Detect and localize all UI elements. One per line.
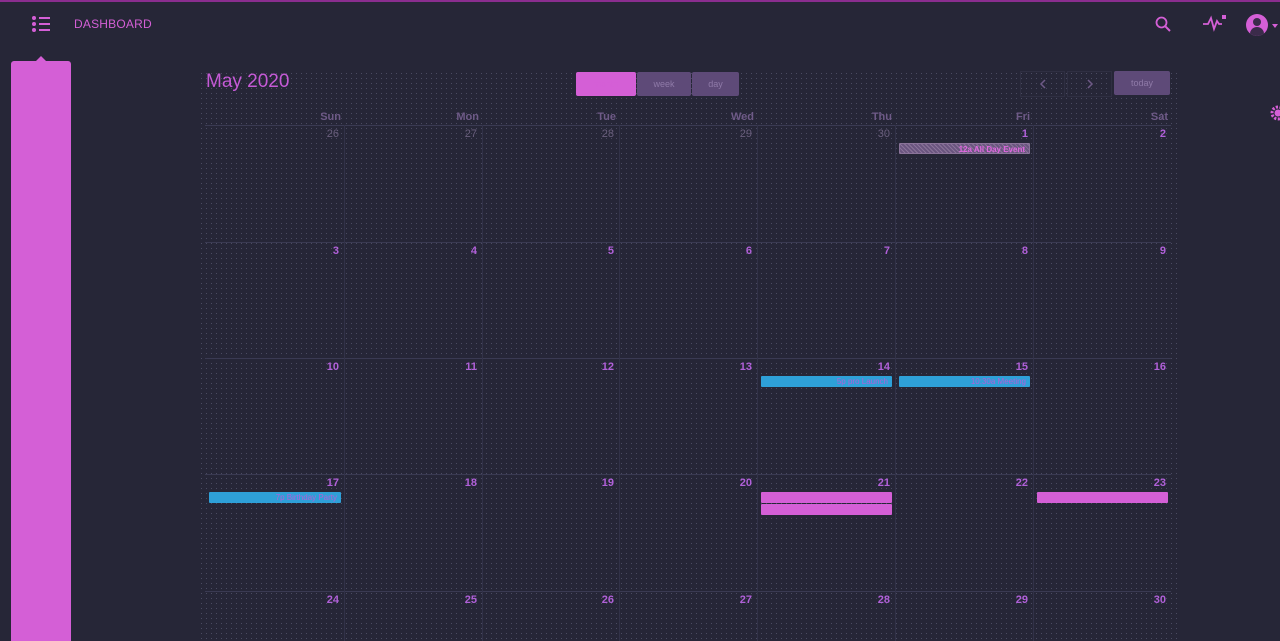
day-number[interactable]: 2: [1136, 128, 1166, 140]
day-number[interactable]: 13: [722, 361, 752, 373]
top-bar: DASHBOARD: [0, 2, 1280, 46]
weekday-header: Mon: [456, 111, 479, 123]
day-number[interactable]: 19: [584, 477, 614, 489]
avatar[interactable]: [1246, 14, 1268, 36]
day-number[interactable]: 25: [447, 594, 477, 606]
day-number[interactable]: 26: [584, 594, 614, 606]
brand-label[interactable]: DASHBOARD: [74, 17, 152, 31]
chevron-right-icon: [1087, 79, 1094, 89]
grid-column-divider: [895, 125, 896, 641]
calendar-event[interactable]: [761, 504, 892, 515]
day-number[interactable]: 1: [998, 128, 1028, 140]
weekday-header: Fri: [1015, 111, 1030, 123]
grid-column-divider: [619, 125, 620, 641]
grid-row-divider: [205, 242, 1171, 243]
search-icon[interactable]: [1155, 16, 1171, 32]
day-number[interactable]: 8: [998, 245, 1028, 257]
day-number[interactable]: 29: [722, 128, 752, 140]
calendar-event[interactable]: 5p pro Launch: [761, 376, 892, 387]
month-view-button[interactable]: month: [576, 72, 636, 96]
day-number[interactable]: 23: [1136, 477, 1166, 489]
day-number[interactable]: 27: [722, 594, 752, 606]
grid-row-divider: [205, 474, 1171, 475]
day-number[interactable]: 26: [309, 128, 339, 140]
weekday-header: Tue: [597, 111, 616, 123]
weekday-header: Sat: [1150, 111, 1168, 123]
day-number[interactable]: 15: [998, 361, 1028, 373]
day-number[interactable]: 16: [1136, 361, 1166, 373]
day-number[interactable]: 10: [309, 361, 339, 373]
day-number[interactable]: 18: [447, 477, 477, 489]
day-number[interactable]: 3: [309, 245, 339, 257]
day-number[interactable]: 20: [722, 477, 752, 489]
grid-column-divider: [1033, 125, 1034, 641]
day-number[interactable]: 28: [584, 128, 614, 140]
day-number[interactable]: 4: [447, 245, 477, 257]
menu-icon[interactable]: [32, 16, 50, 32]
grid-row-divider: [205, 125, 1171, 126]
day-number[interactable]: 30: [1136, 594, 1166, 606]
day-number[interactable]: 30: [860, 128, 890, 140]
week-view-button[interactable]: week: [637, 72, 691, 96]
weekday-header: Sun: [320, 111, 341, 123]
day-number[interactable]: 14: [860, 361, 890, 373]
day-number[interactable]: 17: [309, 477, 339, 489]
day-number[interactable]: 11: [447, 361, 477, 373]
day-number[interactable]: 9: [1136, 245, 1166, 257]
weekday-header: Thu: [871, 111, 892, 123]
day-number[interactable]: 24: [309, 594, 339, 606]
calendar-event[interactable]: 10:30a Meeting: [899, 376, 1030, 387]
day-number[interactable]: 27: [447, 128, 477, 140]
day-view-button[interactable]: day: [692, 72, 739, 96]
prev-month-button[interactable]: [1020, 71, 1065, 97]
calendar-event[interactable]: [1037, 492, 1168, 503]
grid-column-divider: [757, 125, 758, 641]
day-number[interactable]: 6: [722, 245, 752, 257]
weekday-header: Wed: [730, 111, 754, 123]
grid-row-divider: [205, 358, 1171, 359]
gear-icon[interactable]: [1268, 104, 1280, 122]
calendar-event[interactable]: [761, 492, 892, 503]
calendar-event[interactable]: 12a All Day Event: [899, 143, 1030, 154]
side-menu-panel: [11, 61, 71, 641]
today-button[interactable]: today: [1114, 71, 1170, 95]
calendar: May 2020 month week day today Sun Mon Tue W…: [199, 71, 1177, 641]
chevron-left-icon: [1039, 79, 1046, 89]
day-number[interactable]: 21: [860, 477, 890, 489]
day-number[interactable]: 28: [860, 594, 890, 606]
day-number[interactable]: 12: [584, 361, 614, 373]
chevron-down-icon[interactable]: [1272, 24, 1278, 28]
day-number[interactable]: 7: [860, 245, 890, 257]
activity-icon[interactable]: [1203, 14, 1227, 32]
grid-column-divider: [344, 125, 345, 641]
day-number[interactable]: 22: [998, 477, 1028, 489]
day-number[interactable]: 29: [998, 594, 1028, 606]
grid-row-divider: [205, 591, 1171, 592]
grid-column-divider: [482, 125, 483, 641]
day-number[interactable]: 5: [584, 245, 614, 257]
calendar-event[interactable]: 7p Birthday Party: [209, 492, 341, 503]
next-month-button[interactable]: [1067, 71, 1112, 97]
calendar-title: May 2020: [206, 71, 290, 92]
